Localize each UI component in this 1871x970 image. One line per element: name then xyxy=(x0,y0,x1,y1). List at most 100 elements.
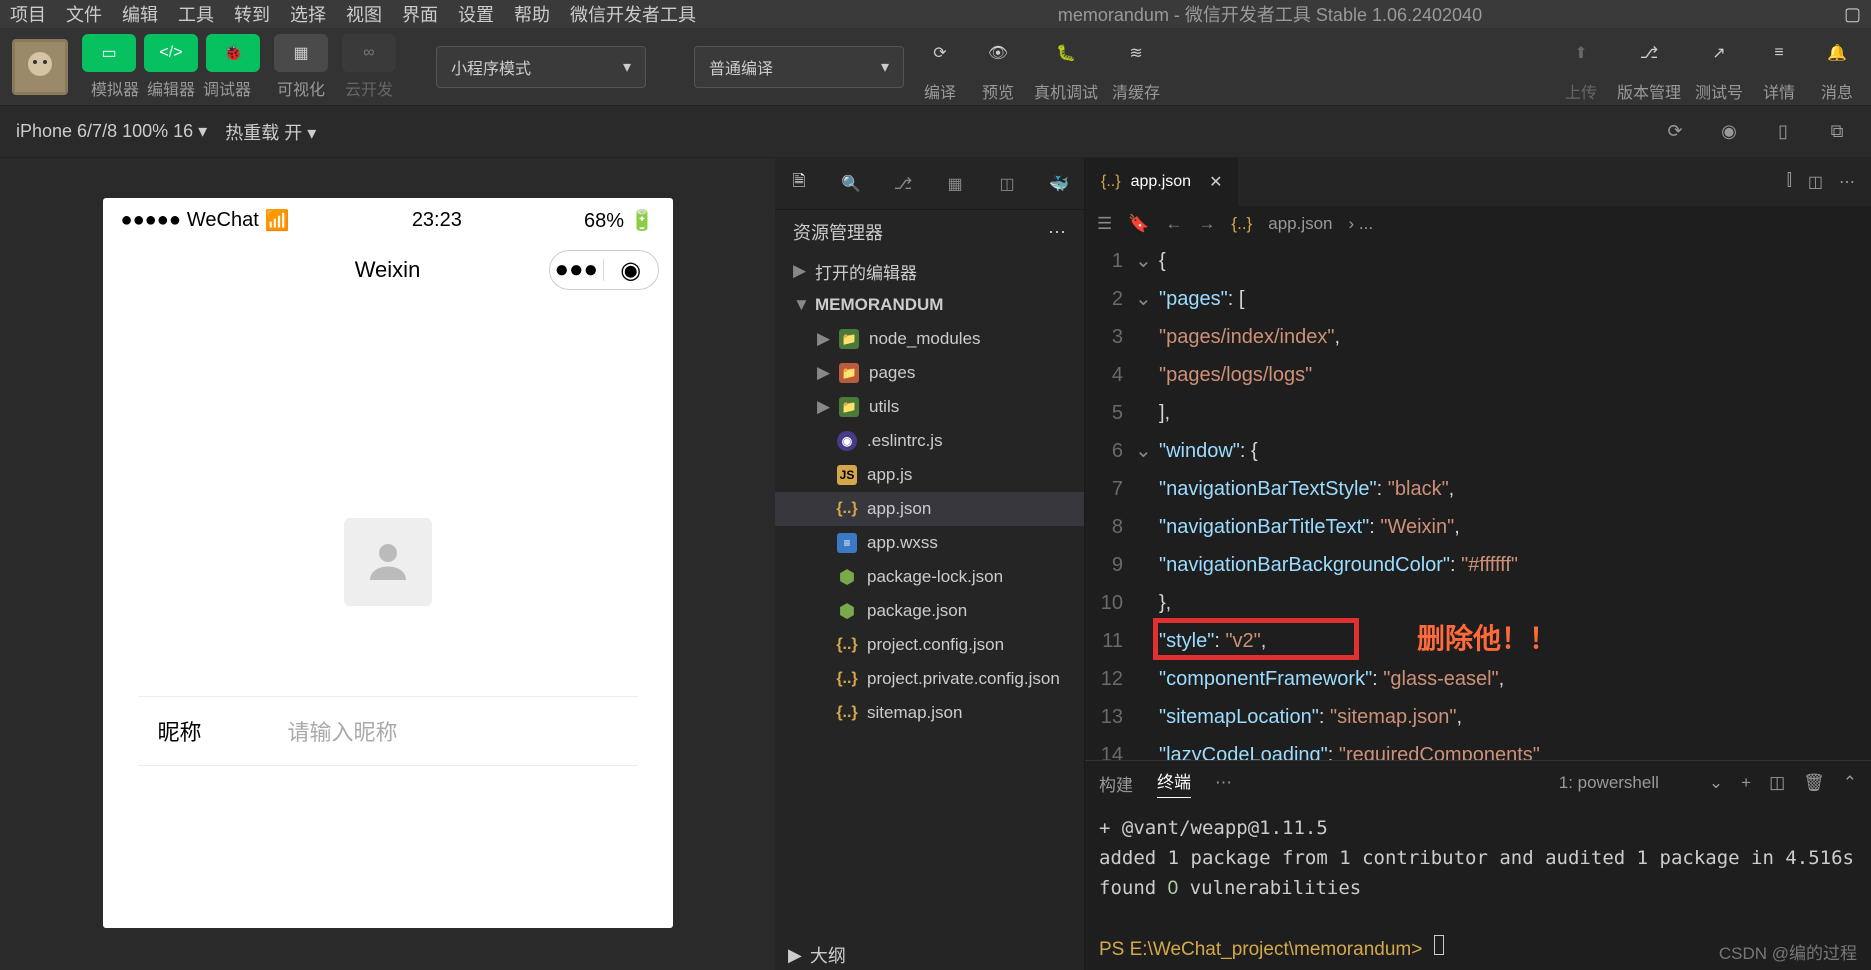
compile-icon[interactable]: ⟳ xyxy=(918,31,962,75)
version-icon[interactable]: ⎇ xyxy=(1627,31,1671,75)
menu-帮助[interactable]: 帮助 xyxy=(514,1,550,27)
file-.eslintrc.js[interactable]: ◉.eslintrc.js xyxy=(775,424,1084,458)
files-tab-icon[interactable]: 🗎 xyxy=(785,170,813,198)
battery-icon: 🔋 xyxy=(630,210,655,232)
project-root[interactable]: ▼MEMORANDUM xyxy=(775,288,1084,322)
editor-panel: {..} app.json ✕ ⫿ ◫ ⋯ ☰ 🔖 ← → {..} app.j… xyxy=(1085,158,1871,970)
notif-icon[interactable]: 🔔 xyxy=(1815,31,1859,75)
new-terminal-icon[interactable]: + xyxy=(1741,773,1751,793)
clear-cache-icon[interactable]: ≋ xyxy=(1114,31,1158,75)
search-tab-icon[interactable]: 🔍 xyxy=(837,170,865,198)
file-utils[interactable]: ▶📁utils xyxy=(775,390,1084,424)
file-pages[interactable]: ▶📁pages xyxy=(775,356,1084,390)
sub-toolbar: iPhone 6/7/8 100% 16 ▾ 热重载 开 ▾ ⟳ ◉ ▯ ⧉ xyxy=(0,106,1871,158)
compile-dropdown[interactable]: 普通编译▾ xyxy=(694,46,904,88)
debugger-button[interactable]: 🐞 xyxy=(206,34,260,72)
list-icon[interactable]: ☰ xyxy=(1097,214,1112,234)
capsule-button[interactable]: ●●● ◉ xyxy=(549,250,659,290)
simulator-panel: ●●●●●WeChat📶 23:23 68% 🔋 Weixin ●●● ◉ 昵称… xyxy=(0,158,775,970)
back-icon[interactable]: ← xyxy=(1165,214,1182,234)
editor-tab-appjson[interactable]: {..} app.json ✕ xyxy=(1085,158,1238,206)
nickname-placeholder: 请输入昵称 xyxy=(288,715,398,747)
menu-视图[interactable]: 视图 xyxy=(346,1,382,27)
menu-微信开发者工具[interactable]: 微信开发者工具 xyxy=(570,1,696,27)
upload-icon[interactable]: ⬆ xyxy=(1559,31,1603,75)
user-avatar[interactable] xyxy=(12,39,68,95)
real-debug-icon[interactable]: 🐛 xyxy=(1044,31,1088,75)
explorer-panel: 🗎 🔍 ⎇ ▦ ◫ 🐳 资源管理器⋯ ▶打开的编辑器 ▼MEMORANDUM ▶… xyxy=(775,158,1085,970)
terminal-tab[interactable]: 终端 xyxy=(1157,768,1191,798)
close-tab-icon[interactable]: ✕ xyxy=(1209,172,1222,192)
watermark: CSDN @编的过程 xyxy=(1719,939,1857,964)
test-icon[interactable]: ↗ xyxy=(1697,31,1741,75)
file-app.wxss[interactable]: ≡app.wxss xyxy=(775,526,1084,560)
nickname-label: 昵称 xyxy=(158,715,288,747)
file-package-lock.json[interactable]: ⬢package-lock.json xyxy=(775,560,1084,594)
open-editors-section[interactable]: ▶打开的编辑器 xyxy=(775,254,1084,288)
file-package.json[interactable]: ⬢package.json xyxy=(775,594,1084,628)
close-icon[interactable]: ▢ xyxy=(1844,4,1861,25)
annotation-text: 删除他！！ xyxy=(1417,620,1557,658)
collapse-icon[interactable]: ⌃ xyxy=(1843,773,1857,793)
compare-icon[interactable]: ⫿ xyxy=(1787,172,1792,192)
menu-bar: 项目文件编辑工具转到选择视图界面设置帮助微信开发者工具 xyxy=(10,1,696,27)
device-selector[interactable]: iPhone 6/7/8 100% 16 ▾ xyxy=(16,121,207,142)
main-toolbar: ▭ </> 🐞 模拟器 编辑器 调试器 ▦可视化 ∞云开发 小程序模式▾ 普通编… xyxy=(0,28,1871,106)
menu-文件[interactable]: 文件 xyxy=(66,1,102,27)
menu-项目[interactable]: 项目 xyxy=(10,1,46,27)
visual-button[interactable]: ▦ xyxy=(274,34,328,72)
more-tab[interactable]: ⋯ xyxy=(1215,773,1232,793)
outline-section[interactable]: ▶大纲 xyxy=(788,942,846,968)
bookmark-icon[interactable]: 🔖 xyxy=(1128,214,1149,234)
menu-转到[interactable]: 转到 xyxy=(234,1,270,27)
editor-tabs: {..} app.json ✕ ⫿ ◫ ⋯ xyxy=(1085,158,1871,206)
capsule-close-icon[interactable]: ◉ xyxy=(604,256,658,285)
git-tab-icon[interactable]: ⎇ xyxy=(889,170,917,198)
menu-设置[interactable]: 设置 xyxy=(458,1,494,27)
capsule-menu-icon[interactable]: ●●● xyxy=(550,256,604,284)
file-tree: ▶打开的编辑器 ▼MEMORANDUM ▶📁node_modules▶📁page… xyxy=(775,254,1084,730)
menu-选择[interactable]: 选择 xyxy=(290,1,326,27)
hot-reload[interactable]: 热重载 开 ▾ xyxy=(225,119,316,145)
file-project.private.config.json[interactable]: {..}project.private.config.json xyxy=(775,662,1084,696)
avatar-placeholder[interactable] xyxy=(344,518,432,606)
menu-编辑[interactable]: 编辑 xyxy=(122,1,158,27)
shell-selector[interactable]: 1: powershell⌄ xyxy=(1559,773,1723,793)
more-icon[interactable]: ⋯ xyxy=(1048,222,1066,243)
preview-icon[interactable]: 👁 xyxy=(976,31,1020,75)
nav-title: Weixin xyxy=(355,257,421,283)
window-title: memorandum - 微信开发者工具 Stable 1.06.2402040 xyxy=(716,1,1824,27)
forward-icon[interactable]: → xyxy=(1198,214,1215,234)
file-node_modules[interactable]: ▶📁node_modules xyxy=(775,322,1084,356)
phone-icon[interactable]: ▯ xyxy=(1765,114,1801,150)
status-bar: ●●●●●WeChat📶 23:23 68% 🔋 xyxy=(103,198,673,242)
file-sitemap.json[interactable]: {..}sitemap.json xyxy=(775,696,1084,730)
stop-icon[interactable]: ◉ xyxy=(1711,114,1747,150)
editor-button[interactable]: </> xyxy=(144,34,198,72)
build-tab[interactable]: 构建 xyxy=(1099,771,1133,796)
split-terminal-icon[interactable]: ◫ xyxy=(1769,773,1785,793)
simulator-button[interactable]: ▭ xyxy=(82,34,136,72)
json-icon: {..} xyxy=(1101,173,1121,191)
more-icon[interactable]: ⋯ xyxy=(1839,172,1855,192)
detail-icon[interactable]: ≡ xyxy=(1757,31,1801,75)
wifi-icon: 📶 xyxy=(265,208,290,233)
copy-icon[interactable]: ⧉ xyxy=(1819,114,1855,150)
nickname-row[interactable]: 昵称 请输入昵称 xyxy=(138,696,638,766)
nav-bar: Weixin ●●● ◉ xyxy=(103,242,673,298)
mode-dropdown[interactable]: 小程序模式▾ xyxy=(436,46,646,88)
file-project.config.json[interactable]: {..}project.config.json xyxy=(775,628,1084,662)
trash-icon[interactable]: 🗑 xyxy=(1803,773,1825,793)
file-app.js[interactable]: JSapp.js xyxy=(775,458,1084,492)
menu-界面[interactable]: 界面 xyxy=(402,1,438,27)
docker-tab-icon[interactable]: 🐳 xyxy=(1045,170,1073,198)
highlight-box xyxy=(1153,618,1359,660)
cloud-button[interactable]: ∞ xyxy=(342,34,396,72)
ext-tab-icon[interactable]: ▦ xyxy=(941,170,969,198)
menu-工具[interactable]: 工具 xyxy=(178,1,214,27)
split-icon[interactable]: ◫ xyxy=(1808,172,1823,192)
code-area[interactable]: 1234567891011121314 ⌄⌄ ⌄ 删除他！！ { "pages"… xyxy=(1085,242,1871,760)
refresh-icon[interactable]: ⟳ xyxy=(1657,114,1693,150)
file-app.json[interactable]: {..}app.json xyxy=(775,492,1084,526)
plugin-tab-icon[interactable]: ◫ xyxy=(993,170,1021,198)
